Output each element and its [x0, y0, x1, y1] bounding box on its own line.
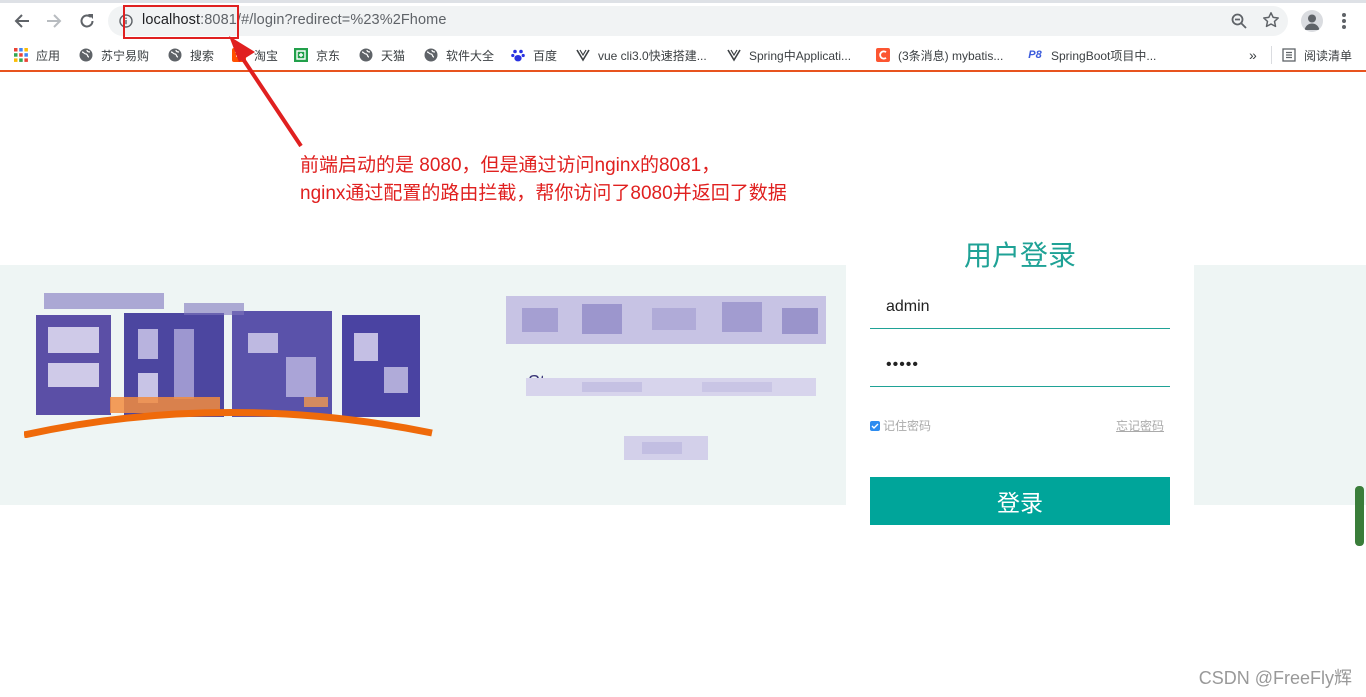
remember-password-label: 记住密码	[883, 419, 932, 433]
bookmark-mybatis[interactable]: (3条消息) mybatis...	[876, 46, 1003, 64]
reading-list-icon	[1282, 48, 1296, 62]
tab-strip-edge	[0, 0, 1366, 3]
annotation-text: 前端启动的是 8080，但是通过访问nginx的8081， nginx通过配置的…	[300, 152, 787, 208]
pixelated-slogan-image: Stor	[506, 296, 826, 460]
globe-icon	[168, 48, 182, 62]
chevron-double-right-icon: »	[1249, 47, 1257, 63]
page-top-accent-line	[0, 70, 1366, 72]
annotation-line-1: 前端启动的是 8080，但是通过访问nginx的8081，	[300, 155, 721, 176]
bookmarks-separator	[1271, 46, 1272, 64]
checkbox-checked-icon	[870, 420, 880, 431]
profile-avatar[interactable]	[1301, 10, 1323, 32]
forward-arrow-icon	[47, 14, 62, 28]
bookmark-vue-cli[interactable]: vue cli3.0快速搭建...	[576, 46, 707, 64]
csdn-icon	[876, 48, 890, 62]
vue-icon	[576, 48, 590, 62]
reload-button[interactable]	[76, 10, 98, 32]
globe-icon	[79, 48, 93, 62]
bookmark-label: vue cli3.0快速搭建...	[598, 48, 707, 63]
bookmark-springboot[interactable]: P8 SpringBoot项目中...	[1027, 46, 1156, 64]
username-value: admin	[886, 298, 930, 315]
annotation-url-highlight-box	[123, 5, 239, 39]
forward-button[interactable]	[43, 10, 65, 32]
back-button[interactable]	[11, 10, 33, 32]
spring-icon	[727, 48, 741, 62]
bookmark-label: Spring中Applicati...	[749, 48, 852, 63]
globe-icon	[424, 48, 438, 62]
scrollbar-thumb[interactable]	[1355, 486, 1364, 546]
browser-menu-button[interactable]	[1336, 10, 1352, 32]
p8-icon: P8	[1028, 49, 1042, 61]
bookmark-label: (3条消息) mybatis...	[898, 48, 1004, 63]
remember-password-checkbox[interactable]: 记住密码	[870, 417, 931, 434]
bookmark-star-icon[interactable]	[1262, 11, 1280, 29]
bookmark-label: 天猫	[381, 48, 406, 63]
bookmark-software[interactable]: 软件大全	[424, 46, 494, 64]
bookmark-label: 应用	[36, 48, 61, 63]
bookmark-label: 软件大全	[446, 48, 495, 63]
annotation-line-2: nginx通过配置的路由拦截，帮你访问了8080并返回了数据	[300, 183, 787, 204]
person-icon	[1304, 14, 1320, 30]
bookmarks-overflow-button[interactable]: »	[1249, 46, 1257, 64]
bookmark-tmall[interactable]: 天猫	[359, 46, 405, 64]
password-value: •••••	[886, 356, 920, 373]
login-button[interactable]: 登录	[870, 477, 1170, 525]
apps-grid-icon	[14, 48, 28, 62]
bookmark-label: 京东	[316, 48, 341, 63]
login-title: 用户登录	[963, 240, 1076, 271]
back-arrow-icon	[14, 14, 29, 28]
login-form-card: 用户登录 admin ••••• 记住密码 忘记密码 登录	[846, 226, 1194, 546]
password-input[interactable]: •••••	[870, 346, 1170, 387]
reload-icon	[80, 14, 94, 28]
bookmark-spring[interactable]: Spring中Applicati...	[727, 46, 851, 64]
csdn-watermark: CSDN @FreeFly辉	[1198, 668, 1352, 688]
bookmark-baidu[interactable]: 百度	[511, 46, 557, 64]
reading-list-label: 阅读清单	[1304, 48, 1353, 63]
bookmark-label: 百度	[533, 48, 558, 63]
bookmark-label: SpringBoot项目中...	[1051, 48, 1157, 63]
bookmark-suning[interactable]: 苏宁易购	[79, 46, 149, 64]
baidu-paw-icon	[511, 48, 525, 62]
reading-list-button[interactable]: 阅读清单	[1282, 46, 1352, 64]
bookmark-search[interactable]: 搜索	[168, 46, 214, 64]
zoom-icon[interactable]	[1230, 12, 1248, 30]
username-input[interactable]: admin	[870, 288, 1170, 329]
forgot-password-link[interactable]: 忘记密码	[1116, 417, 1164, 434]
globe-icon	[359, 48, 373, 62]
bookmarks-bar: 应用 苏宁易购 搜索 淘宝 京东 天猫 软件大全 百度 vue cli3.0快速…	[0, 40, 1366, 70]
bookmark-label: 搜索	[190, 48, 215, 63]
url-path: /#/login?redirect=%23%2Fhome	[236, 12, 447, 28]
annotation-arrow-icon	[229, 36, 303, 148]
bookmark-label: 苏宁易购	[101, 48, 150, 63]
bookmark-apps[interactable]: 应用	[14, 46, 60, 64]
kebab-menu-icon	[1342, 13, 1346, 29]
pixelated-logo-image	[24, 293, 433, 438]
